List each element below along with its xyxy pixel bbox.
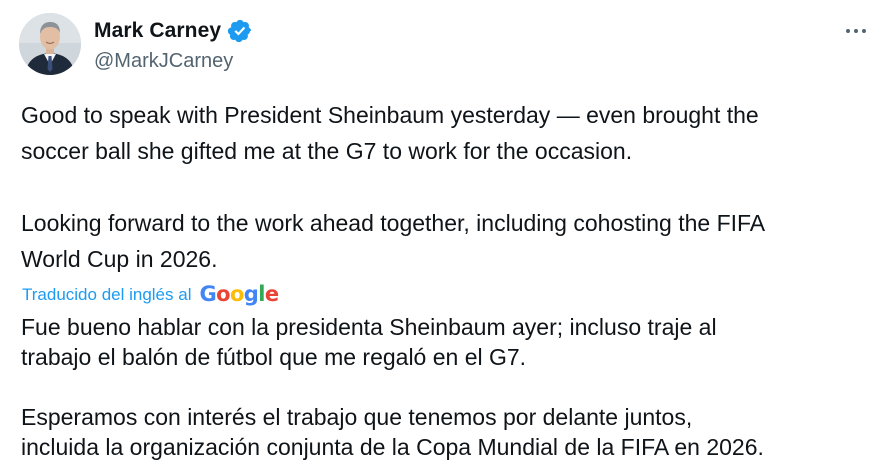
translation-attribution[interactable]: Traducido del inglés al Google — [22, 281, 279, 309]
author-display-name[interactable]: Mark Carney — [94, 19, 221, 43]
tweet-card: Mark Carney @MarkJCarney Good to speak w… — [0, 0, 888, 474]
verified-badge-icon — [227, 18, 253, 44]
author-name-row[interactable]: Mark Carney — [94, 16, 253, 46]
tweet-text: Good to speak with President Sheinbaum y… — [21, 102, 766, 272]
more-horizontal-icon — [846, 29, 866, 33]
more-options-button[interactable] — [836, 14, 876, 48]
translated-tweet-text: Fue bueno hablar con la presidenta Shein… — [21, 314, 764, 460]
author-handle[interactable]: @MarkJCarney — [94, 50, 233, 73]
translation-label[interactable]: Traducido del inglés al — [22, 285, 191, 305]
avatar[interactable] — [19, 13, 81, 75]
profile-photo — [19, 13, 81, 75]
google-logo: Google — [199, 282, 279, 306]
